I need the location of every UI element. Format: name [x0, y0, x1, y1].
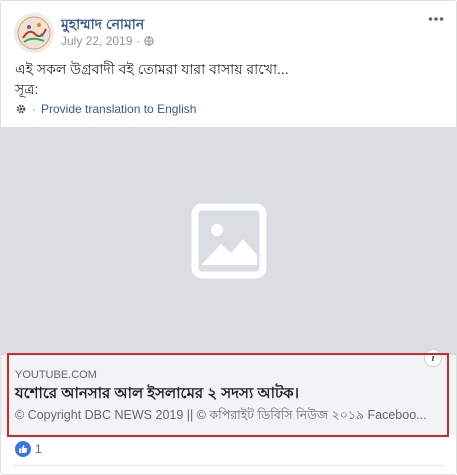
- more-options-button[interactable]: [428, 11, 444, 27]
- link-description: © Copyright DBC NEWS 2019 || © কপিরাইট ড…: [15, 408, 427, 422]
- like-count: 1: [35, 442, 42, 456]
- info-icon[interactable]: i: [424, 349, 442, 367]
- more-horizontal-icon: [428, 17, 444, 21]
- link-title[interactable]: যশোরে আনসার আল ইসলামের ২ সদস্য আটক।: [15, 382, 299, 407]
- link-preview[interactable]: i YOUTUBE.COM যশোরে আনসার আল ইসলামের ২ স…: [1, 349, 456, 435]
- meta-separator: ·: [136, 34, 141, 48]
- translate-separator: ·: [32, 102, 36, 116]
- author-avatar[interactable]: [14, 13, 54, 53]
- globe-icon[interactable]: [144, 36, 155, 46]
- reaction-summary[interactable]: 1: [15, 441, 42, 457]
- post-text: এই সকল উগ্রবাদী বই তোমরা যারা বাসায় রাখ…: [15, 59, 289, 99]
- avatar-image-icon: [15, 14, 53, 52]
- translate-label[interactable]: Provide translation to English: [41, 102, 196, 116]
- image-placeholder-icon: [191, 203, 266, 279]
- gear-icon: [16, 104, 26, 114]
- link-domain: YOUTUBE.COM: [15, 369, 97, 381]
- translate-link[interactable]: · Provide translation to English: [15, 102, 196, 116]
- link-preview-image[interactable]: [1, 127, 456, 355]
- divider: [13, 465, 444, 466]
- post-date[interactable]: July 22, 2019: [61, 34, 132, 48]
- post-text-line: সূত্র:: [15, 81, 39, 97]
- post-card: মুহাম্মাদ নোমান July 22, 2019 · এই সকল উ…: [0, 0, 457, 475]
- post-text-line: এই সকল উগ্রবাদী বই তোমরা যারা বাসায় রাখ…: [15, 61, 289, 77]
- thumbs-up-icon: [15, 441, 31, 457]
- post-meta: July 22, 2019 ·: [61, 34, 155, 48]
